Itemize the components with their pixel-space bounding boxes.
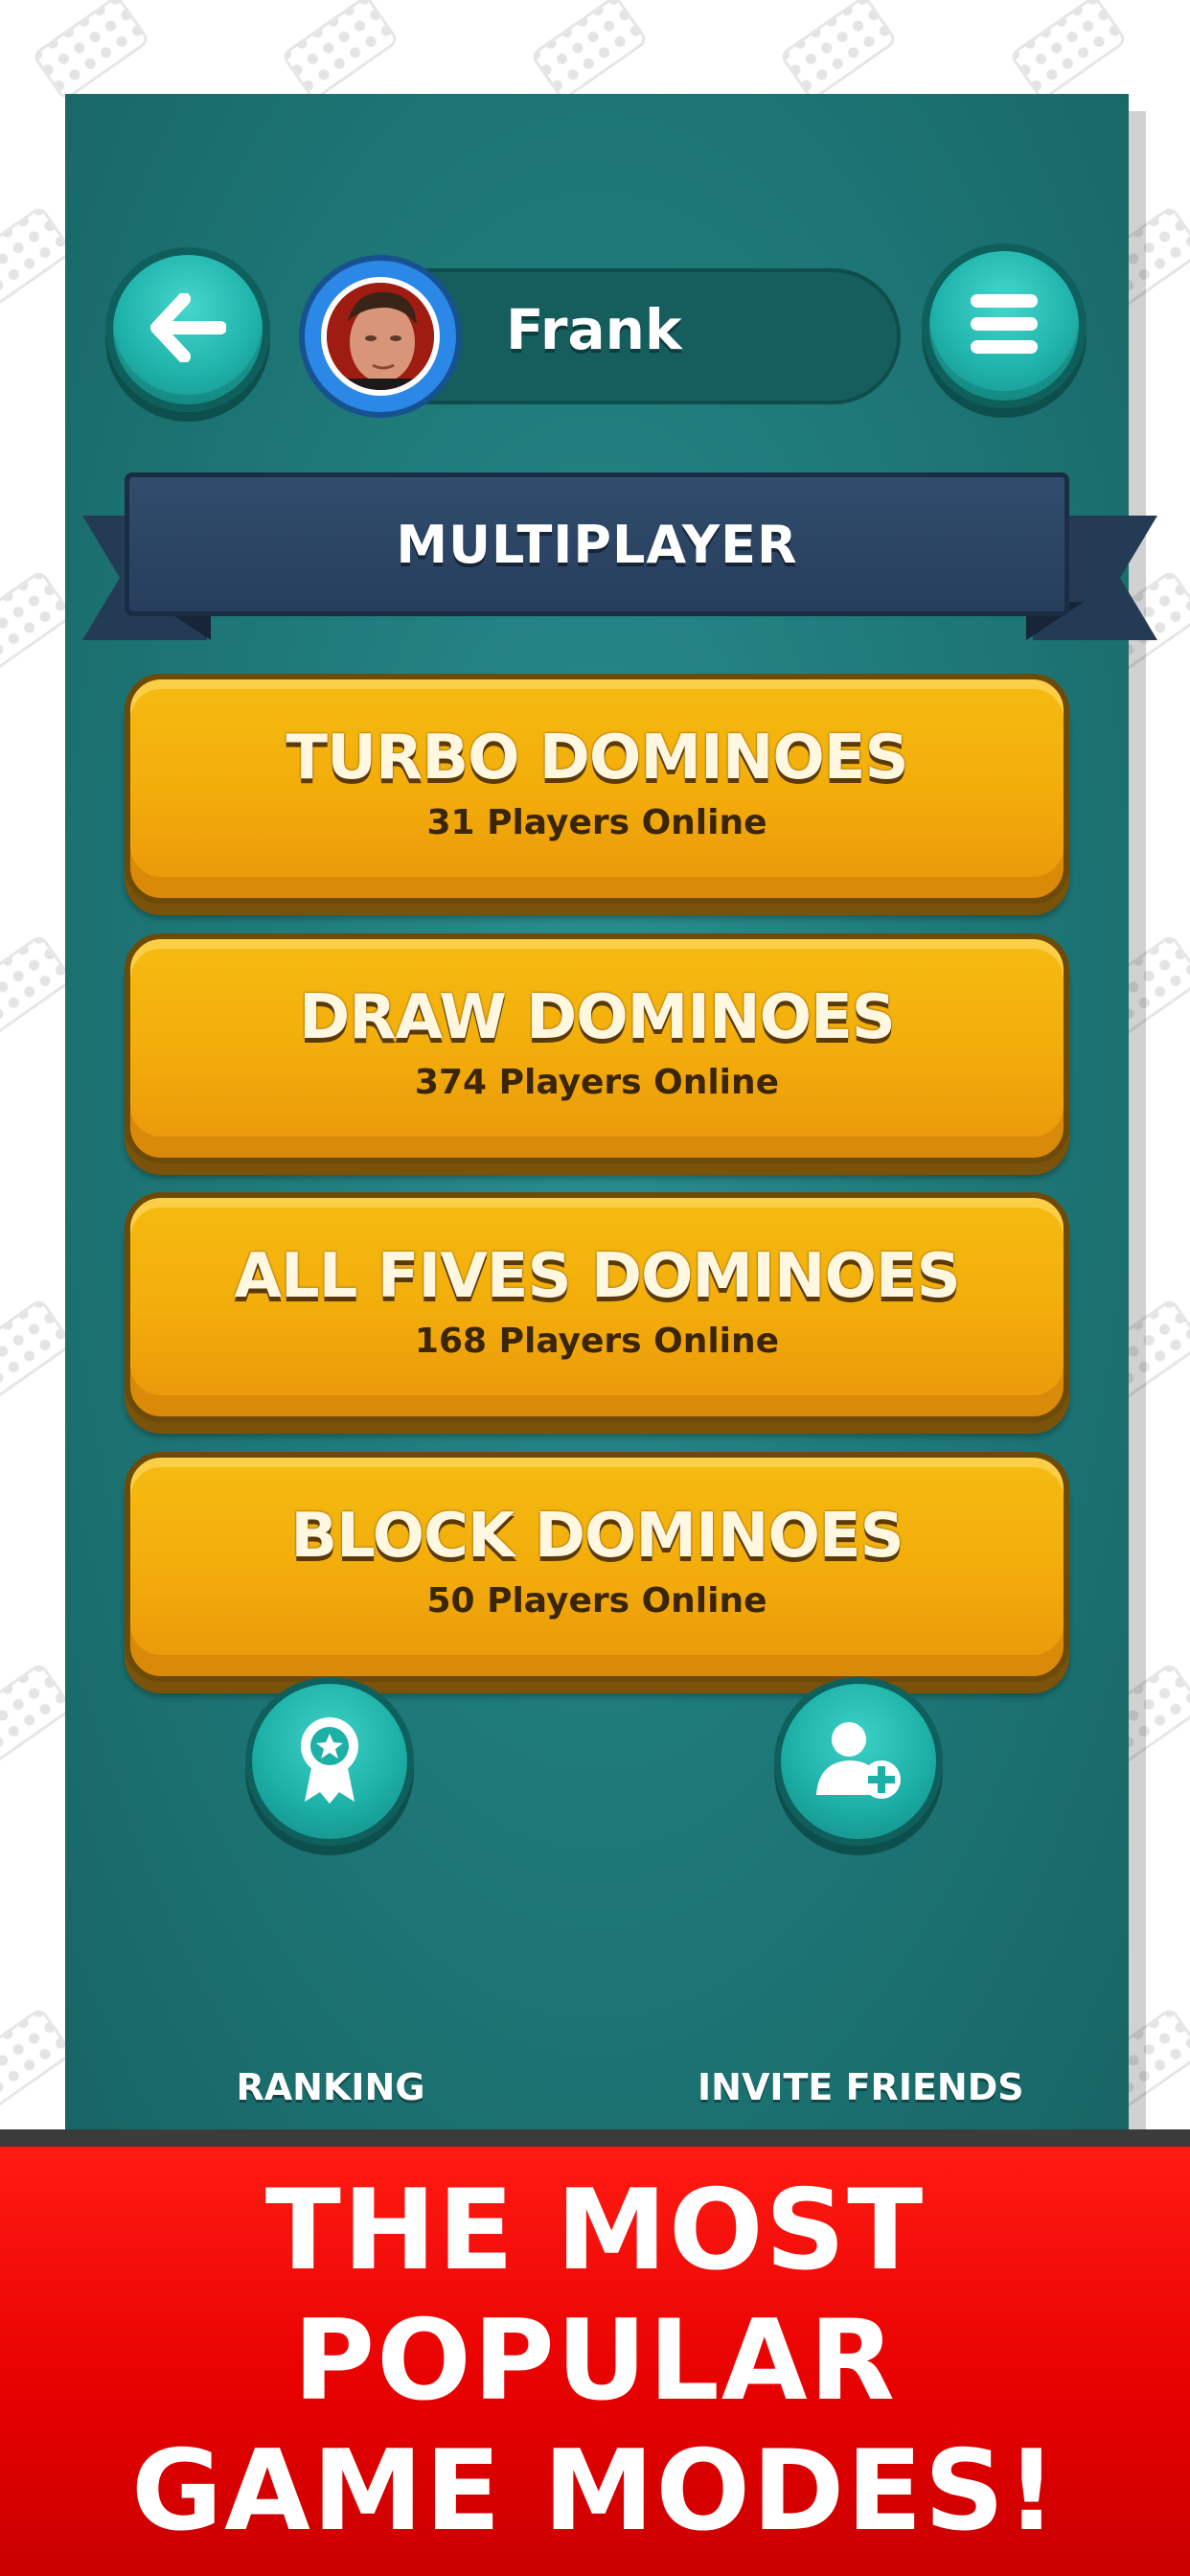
players-online: 31 Players Online bbox=[426, 802, 767, 842]
ranking-button[interactable] bbox=[245, 1677, 414, 1846]
mode-title: TURBO DOMINOES bbox=[286, 722, 908, 794]
mode-button-draw[interactable]: DRAW DOMINOES 374 Players Online bbox=[125, 933, 1069, 1163]
invite-friends-button[interactable] bbox=[774, 1677, 943, 1846]
ranking-label[interactable]: RANKING bbox=[230, 2066, 431, 2108]
players-online: 374 Players Online bbox=[414, 1062, 780, 1102]
promo-banner: THE MOST POPULAR GAME MODES! bbox=[0, 2129, 1190, 2576]
mode-button-all-fives[interactable]: ALL FIVES DOMINOES 168 Players Online bbox=[125, 1192, 1069, 1422]
game-panel: Frank MULTIPLAYER TURBO DOMINOES 31 Play… bbox=[65, 94, 1157, 2154]
mode-button-block[interactable]: BLOCK DOMINOES 50 Players Online bbox=[125, 1452, 1069, 1682]
mode-title: BLOCK DOMINOES bbox=[290, 1500, 904, 1572]
mode-title: ALL FIVES DOMINOES bbox=[234, 1240, 960, 1312]
mode-title: DRAW DOMINOES bbox=[299, 981, 896, 1053]
hamburger-menu-icon bbox=[969, 292, 1040, 359]
players-online: 168 Players Online bbox=[414, 1321, 780, 1361]
avatar-photo bbox=[321, 277, 440, 396]
menu-button[interactable] bbox=[922, 243, 1087, 408]
avatar[interactable] bbox=[299, 255, 462, 418]
back-button[interactable] bbox=[105, 247, 270, 412]
mode-button-turbo[interactable]: TURBO DOMINOES 31 Players Online bbox=[125, 674, 1069, 904]
section-ribbon: MULTIPLAYER bbox=[125, 472, 1069, 616]
promo-line-1: THE MOST POPULAR bbox=[264, 2166, 926, 2426]
player-name: Frank bbox=[506, 297, 682, 362]
award-ribbon-icon bbox=[293, 1714, 366, 1809]
add-user-icon bbox=[812, 1718, 904, 1805]
arrow-left-icon bbox=[149, 292, 227, 366]
section-title: MULTIPLAYER bbox=[396, 514, 798, 575]
invite-friends-label[interactable]: INVITE FRIENDS bbox=[698, 2066, 1024, 2108]
promo-line-2: GAME MODES! bbox=[130, 2426, 1060, 2556]
players-online: 50 Players Online bbox=[426, 1580, 767, 1621]
